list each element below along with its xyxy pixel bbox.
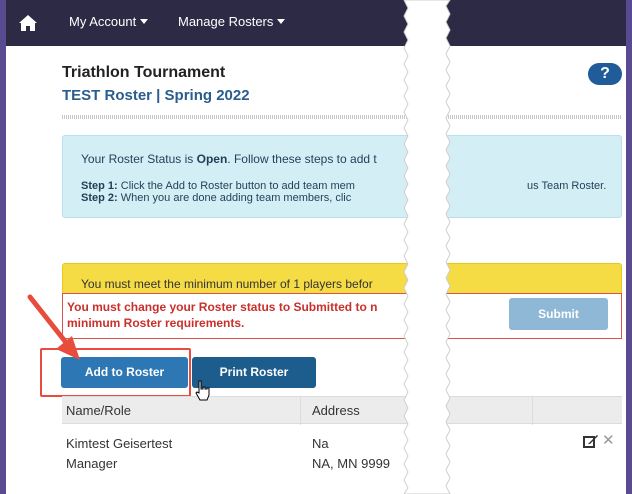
status-suffix: . Follow these steps to add t xyxy=(227,152,377,166)
roster-table: Name/Role Address Kimtest Geisertest Man… xyxy=(62,396,622,494)
screenshot-tear xyxy=(403,0,451,494)
status-line: Your Roster Status is Open. Follow these… xyxy=(81,152,377,166)
warning-text: You must meet the minimum number of 1 pl… xyxy=(81,277,373,291)
help-icon[interactable]: ? xyxy=(588,63,622,85)
page-subtitle: TEST Roster | Spring 2022 xyxy=(62,87,250,104)
step1-text-right: us Team Roster. xyxy=(527,180,607,192)
error-line2: minimum Roster requirements. xyxy=(67,316,245,330)
member-address-line2: NA, MN 9999 xyxy=(312,456,391,471)
page: My Account Manage Rosters ? Triathlon To… xyxy=(0,0,632,494)
member-name: Kimtest Geisertest xyxy=(66,436,173,451)
status-value: Open xyxy=(196,152,228,166)
column-divider xyxy=(300,397,301,425)
step2-label: Step 2: xyxy=(81,192,118,204)
roster-status-info-box: Your Roster Status is Open. Follow these… xyxy=(62,135,622,218)
nav-manage-rosters-label: Manage Rosters xyxy=(178,14,274,29)
chevron-down-icon xyxy=(277,19,286,24)
nav-my-account-label: My Account xyxy=(69,14,137,29)
table-header: Name/Role Address xyxy=(62,396,622,425)
member-address-line1: Na xyxy=(312,436,329,451)
chevron-down-icon xyxy=(140,19,149,24)
home-icon[interactable] xyxy=(18,14,38,32)
page-title: Triathlon Tournament xyxy=(62,64,226,81)
edit-icon[interactable] xyxy=(583,433,599,449)
column-header-address[interactable]: Address xyxy=(312,403,360,418)
divider xyxy=(62,115,622,119)
window-frame-left xyxy=(0,0,6,494)
step1-text: Click the Add to Roster button to add te… xyxy=(117,180,355,192)
column-divider xyxy=(532,397,533,425)
hand-cursor-icon xyxy=(195,380,210,401)
nav-my-account[interactable]: My Account xyxy=(69,14,149,29)
step2-line: Step 2: When you are done adding team me… xyxy=(81,192,351,204)
highlight-box xyxy=(40,348,191,397)
column-header-name-role[interactable]: Name/Role xyxy=(66,403,131,418)
error-line1: You must change your Roster status to Su… xyxy=(67,300,378,314)
status-prefix: Your Roster Status is xyxy=(81,152,197,166)
window-frame-right xyxy=(626,0,632,494)
member-role: Manager xyxy=(66,456,118,471)
step1-label: Step 1: xyxy=(81,180,118,192)
top-navbar: My Account Manage Rosters xyxy=(6,0,626,46)
close-icon[interactable]: ✕ xyxy=(602,431,615,449)
step1-line: Step 1: Click the Add to Roster button t… xyxy=(81,180,355,192)
step2-text: When you are done adding team members, c… xyxy=(117,192,352,204)
submit-button[interactable]: Submit xyxy=(509,298,608,330)
nav-manage-rosters[interactable]: Manage Rosters xyxy=(178,14,286,29)
